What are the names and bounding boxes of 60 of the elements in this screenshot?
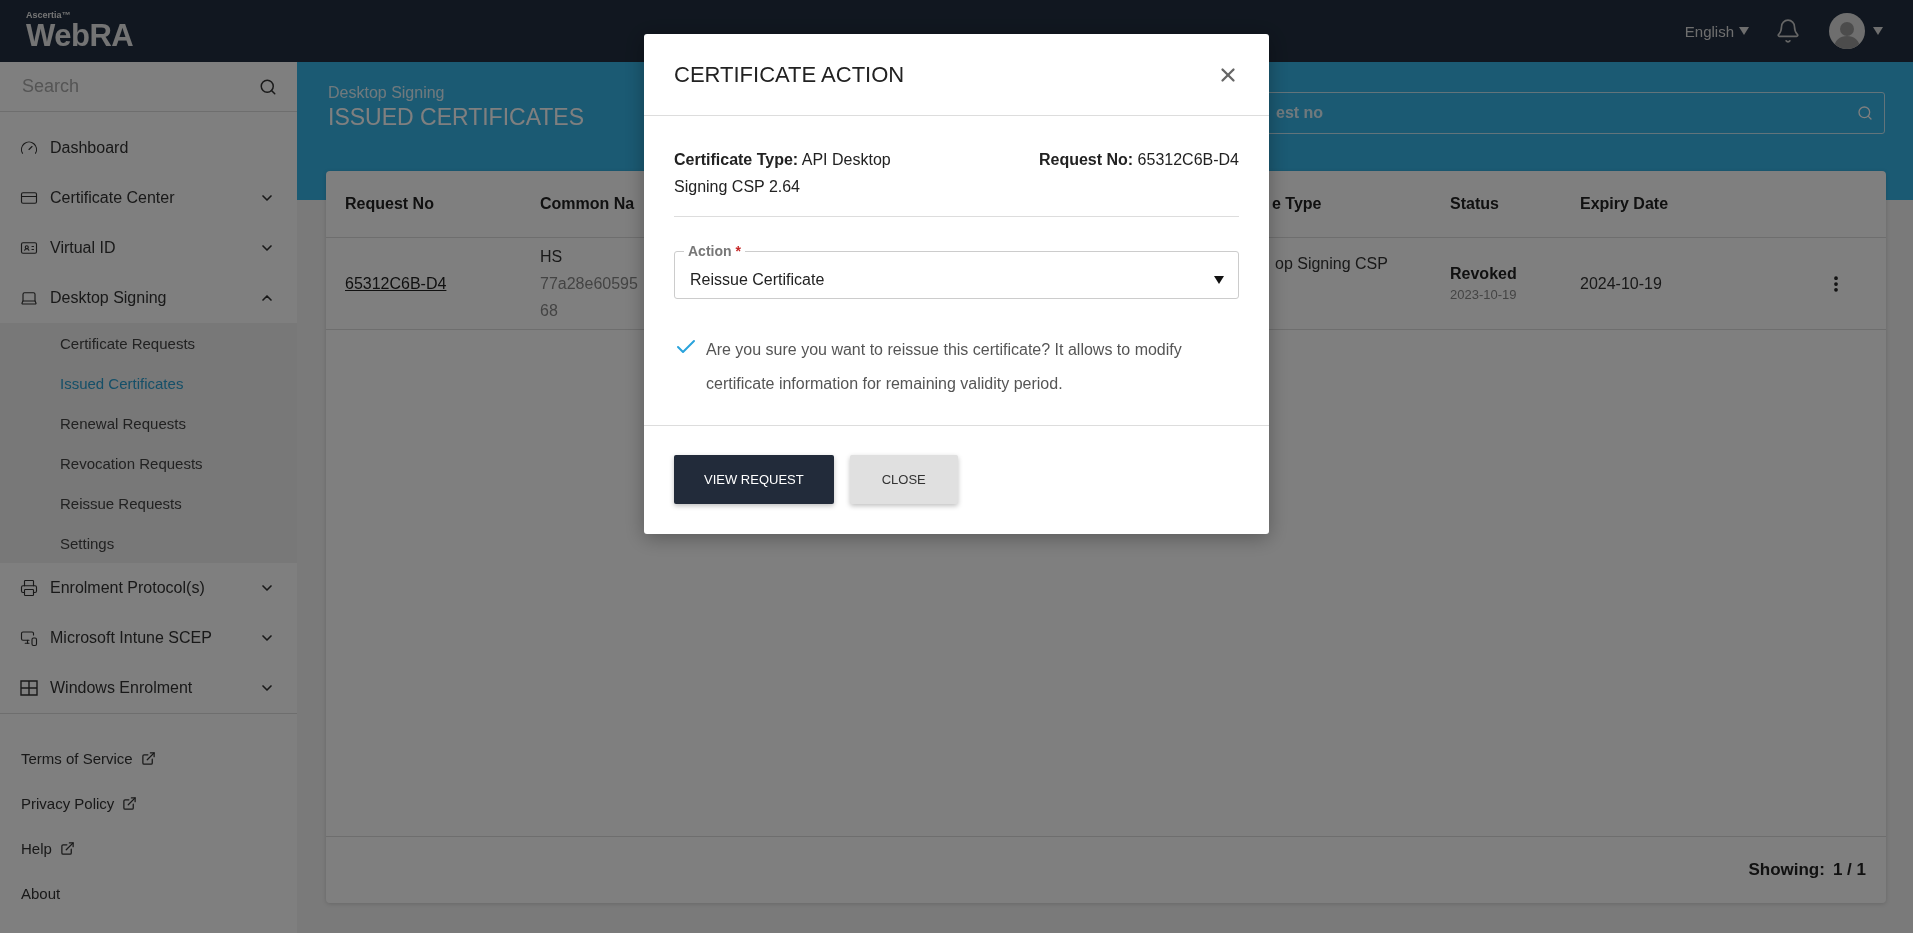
table-cell-text: 77a28e60595 (540, 274, 638, 294)
submenu-item[interactable]: Settings (0, 523, 297, 563)
view-request-button[interactable]: VIEW REQUEST (674, 455, 834, 504)
table-cell-text: op Signing CSP (1275, 254, 1388, 274)
nav-icon (20, 629, 38, 647)
status-date: 2023-10-19 (1450, 285, 1517, 304)
brand-logo: WebRA (26, 20, 134, 51)
column-header: e Type (1272, 195, 1323, 213)
bell-icon[interactable] (1775, 18, 1801, 44)
submenu-item[interactable]: Certificate Requests (0, 323, 297, 363)
table-cell-text: 2024-10-19 (1580, 274, 1662, 294)
caret-icon[interactable] (1873, 27, 1883, 35)
external-link-icon (122, 796, 138, 811)
language-selector[interactable]: English (1684, 22, 1749, 40)
table-cell-text: 68 (540, 301, 558, 321)
column-header: Expiry Date (1580, 195, 1670, 213)
showing-label: Showing: (1748, 860, 1825, 880)
request-link[interactable]: 65312C6B-D4 (345, 274, 447, 293)
table-cell-text: HS (540, 247, 563, 267)
close-button[interactable]: CLOSE (849, 455, 958, 504)
footer-link[interactable]: Help (0, 826, 297, 871)
confirm-text: Are you sure you want to reissue this certificate? It allows to modify certificate information for remaining validity period. (706, 340, 1183, 394)
nav-item[interactable]: Enrolment Protocol(s) (0, 563, 297, 613)
nav-item[interactable]: Certificate Center (0, 173, 297, 223)
dropdown-arrow-icon (1214, 276, 1224, 284)
nav-item[interactable]: Virtual ID (0, 223, 297, 273)
footer-link[interactable]: Terms of Service (0, 736, 297, 781)
column-header: Status (1450, 195, 1500, 213)
nav-item[interactable]: Windows Enrolment (0, 663, 297, 713)
page-title: ISSUED CERTIFICATES (328, 104, 585, 131)
nav-icon (20, 239, 38, 257)
column-header: Common Na (540, 195, 636, 213)
brand-tagline: Ascertia™ (26, 11, 72, 20)
submenu-item[interactable]: Reissue Requests (0, 483, 297, 523)
search-icon[interactable] (1857, 105, 1873, 121)
submenu-item[interactable]: Renewal Requests (0, 403, 297, 443)
footer-link[interactable]: Privacy Policy (0, 781, 297, 826)
footer-link[interactable]: About (0, 871, 297, 916)
nav-icon (20, 139, 38, 157)
request-number: Request No: 65312C6B-D4 (1038, 150, 1239, 170)
submenu-item[interactable]: Revocation Requests (0, 443, 297, 483)
caret-icon (1739, 27, 1749, 35)
status-text: Revoked (1450, 263, 1517, 284)
breadcrumb: Desktop Signing (328, 84, 446, 102)
nav-item[interactable]: Microsoft Intune SCEP (0, 613, 297, 663)
external-link-icon (140, 751, 156, 766)
avatar-icon[interactable] (1829, 13, 1865, 49)
column-header: Request No (345, 195, 435, 213)
external-link-icon (59, 841, 75, 856)
dialog-title: CERTIFICATE ACTION (674, 61, 905, 88)
showing-count: 1 / 1 (1832, 860, 1866, 880)
nav-item[interactable]: Desktop Signing (0, 273, 297, 323)
nav-icon (20, 289, 38, 307)
nav-icon (20, 579, 38, 597)
search-icon[interactable] (259, 77, 277, 96)
nav-icon (20, 189, 38, 207)
nav-item[interactable]: Dashboard (0, 123, 297, 173)
certificate-type: Certificate Type: API Desktop Signing CSP 2.64 (674, 150, 892, 197)
field-label: Action * (684, 243, 745, 259)
windows-icon (20, 679, 38, 697)
